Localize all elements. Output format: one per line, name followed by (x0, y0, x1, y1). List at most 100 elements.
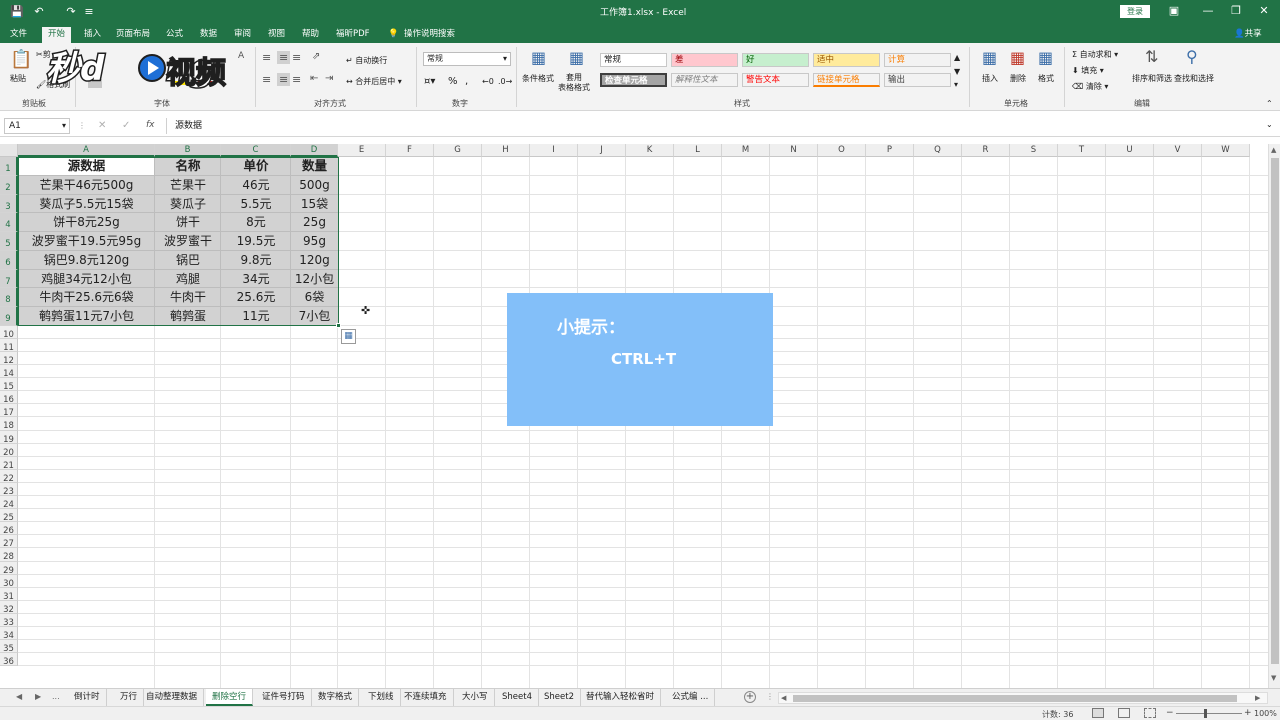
column-header-V[interactable]: V (1154, 144, 1202, 157)
table-cell[interactable]: 牛肉干 (155, 288, 221, 307)
sheet-tab[interactable]: 自动整理数据 (140, 689, 205, 706)
column-header-Q[interactable]: Q (914, 144, 962, 157)
undo-icon[interactable]: ↶ (30, 3, 48, 21)
tab-file[interactable]: 文件 (8, 27, 29, 43)
cancel-icon[interactable]: ✕ (98, 120, 106, 131)
table-cell[interactable]: 9.8元 (221, 251, 291, 270)
align-center-icon[interactable]: ≡ (277, 73, 291, 86)
zoom-slider-thumb[interactable] (1204, 709, 1207, 718)
align-bottom-icon[interactable]: ≡ (292, 51, 301, 64)
table-cell[interactable]: 葵瓜子 (155, 195, 221, 214)
table-cell[interactable]: 锅巴9.8元120g (18, 251, 155, 270)
orientation-icon[interactable]: ⇗ (312, 51, 320, 62)
tab-home[interactable]: 开始 (42, 27, 72, 43)
align-right-icon[interactable]: ≡ (292, 73, 301, 86)
zoom-in-icon[interactable]: + (1244, 708, 1252, 718)
more-sheets-icon[interactable]: ... (52, 692, 60, 701)
tell-me-search[interactable]: 操作说明搜索 (402, 27, 457, 43)
tab-split-icon[interactable]: ⋮ (766, 692, 774, 701)
close-icon[interactable]: ✕ (1246, 0, 1280, 22)
zoom-slider[interactable] (1176, 713, 1242, 714)
sheet-tab[interactable]: Sheet4 (496, 689, 539, 706)
row-header-29[interactable]: 29 (0, 561, 18, 576)
table-cell[interactable]: 500g (291, 176, 338, 195)
row-header-21[interactable]: 21 (0, 456, 18, 471)
row-header-9[interactable]: 9 (0, 307, 18, 326)
column-header-A[interactable]: A (18, 144, 155, 157)
add-sheet-icon[interactable]: + (744, 691, 756, 703)
row-header-16[interactable]: 16 (0, 391, 18, 405)
increase-indent-icon[interactable]: ⇥ (325, 73, 333, 84)
find-select-button[interactable]: 查找和选择 (1174, 73, 1214, 84)
cell-style-3[interactable]: 适中 (813, 53, 880, 67)
table-cell[interactable]: 波罗蜜干 (155, 232, 221, 251)
row-header-11[interactable]: 11 (0, 338, 18, 353)
row-header-23[interactable]: 23 (0, 482, 18, 497)
align-left-icon[interactable]: ≡ (262, 73, 271, 86)
paste-button[interactable]: 粘贴 (10, 73, 26, 84)
format-as-table-icon[interactable]: ▦ (569, 48, 584, 67)
customize-qat-icon[interactable]: ≡ (80, 3, 98, 21)
quick-analysis-icon[interactable]: ▦ (341, 329, 356, 344)
delete-cells-button[interactable]: 删除 (1010, 73, 1026, 84)
insert-cells-button[interactable]: 插入 (982, 73, 998, 84)
row-header-7[interactable]: 7 (0, 269, 18, 289)
sheet-tab[interactable]: 数字格式 (312, 689, 360, 706)
row-header-6[interactable]: 6 (0, 250, 18, 270)
format-as-table-button[interactable]: 套用 表格格式 (558, 73, 590, 93)
autosum-button[interactable]: Σ 自动求和 ▾ (1072, 49, 1118, 60)
table-cell[interactable]: 鹌鹑蛋 (155, 307, 221, 326)
row-header-19[interactable]: 19 (0, 430, 18, 445)
table-cell[interactable]: 5.5元 (221, 195, 291, 214)
vertical-scrollbar[interactable]: ▲ ▼ (1268, 144, 1280, 688)
collapse-ribbon-icon[interactable]: ⌃ (1266, 99, 1273, 108)
column-header-B[interactable]: B (155, 144, 221, 157)
table-header-cell[interactable]: 源数据 (18, 157, 155, 176)
next-sheet-icon[interactable]: ▶ (35, 692, 41, 701)
search-icon[interactable]: ⚲ (1186, 47, 1198, 66)
column-header-O[interactable]: O (818, 144, 866, 157)
row-header-22[interactable]: 22 (0, 469, 18, 484)
row-header-8[interactable]: 8 (0, 288, 18, 307)
table-cell[interactable]: 波罗蜜干19.5元95g (18, 232, 155, 251)
sort-filter-button[interactable]: 排序和筛选 (1132, 73, 1172, 84)
comma-button[interactable]: , (465, 76, 468, 87)
h-scroll-thumb[interactable] (793, 695, 1237, 702)
insert-function-icon[interactable]: fx (146, 120, 155, 130)
clear-button[interactable]: ⌫ 清除 ▾ (1072, 81, 1108, 92)
sheet-tab[interactable]: Sheet2 (538, 689, 581, 706)
table-cell[interactable]: 6袋 (291, 288, 338, 307)
cell-style-9[interactable]: 输出 (884, 73, 951, 87)
tab-insert[interactable]: 插入 (82, 27, 103, 43)
row-header-14[interactable]: 14 (0, 365, 18, 379)
row-header-34[interactable]: 34 (0, 627, 18, 641)
row-header-28[interactable]: 28 (0, 548, 18, 562)
insert-cells-icon[interactable]: ▦ (982, 48, 997, 67)
column-header-W[interactable]: W (1202, 144, 1250, 157)
table-cell[interactable]: 7小包 (291, 307, 338, 326)
cell-style-4[interactable]: 计算 (884, 53, 951, 67)
row-header-26[interactable]: 26 (0, 522, 18, 536)
table-cell[interactable]: 15袋 (291, 195, 338, 214)
row-header-15[interactable]: 15 (0, 378, 18, 392)
row-header-10[interactable]: 10 (0, 325, 18, 340)
column-header-I[interactable]: I (530, 144, 578, 157)
column-header-R[interactable]: R (962, 144, 1010, 157)
sheet-tab[interactable]: 证件号打码 (256, 689, 312, 706)
table-cell[interactable]: 12小包 (291, 270, 338, 289)
cell-style-5[interactable]: 检查单元格 (600, 73, 667, 87)
login-button[interactable]: 登录 (1120, 5, 1150, 18)
column-header-F[interactable]: F (386, 144, 434, 157)
row-header-25[interactable]: 25 (0, 509, 18, 523)
sort-filter-icon[interactable]: ⇅ (1145, 47, 1158, 66)
share-button[interactable]: 👤共享 (1232, 27, 1264, 43)
cell-style-7[interactable]: 警告文本 (742, 73, 809, 87)
tab-review[interactable]: 审阅 (232, 27, 253, 43)
row-header-3[interactable]: 3 (0, 194, 18, 214)
table-cell[interactable]: 牛肉干25.6元6袋 (18, 288, 155, 307)
row-header-35[interactable]: 35 (0, 640, 18, 654)
tab-formulas[interactable]: 公式 (164, 27, 185, 43)
table-cell[interactable]: 鸡腿34元12小包 (18, 270, 155, 289)
zoom-level[interactable]: 100% (1254, 709, 1277, 718)
save-icon[interactable]: 💾 (8, 3, 26, 21)
